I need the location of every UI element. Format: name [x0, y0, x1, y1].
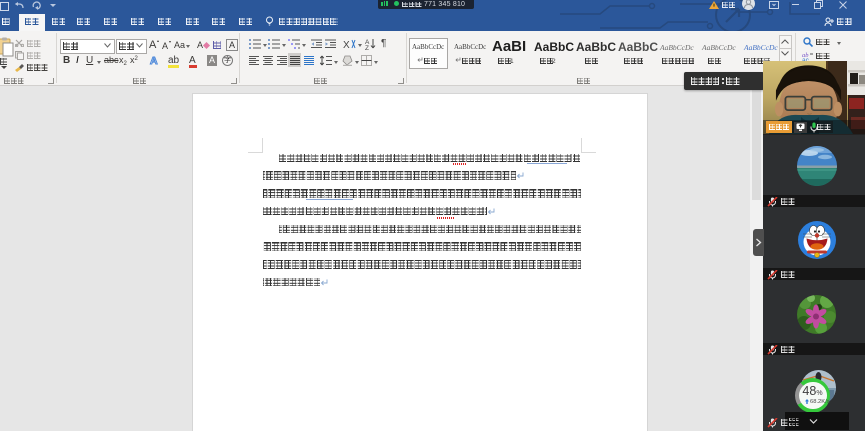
- svg-text:X: X: [343, 40, 350, 50]
- svg-text:Z: Z: [365, 45, 369, 50]
